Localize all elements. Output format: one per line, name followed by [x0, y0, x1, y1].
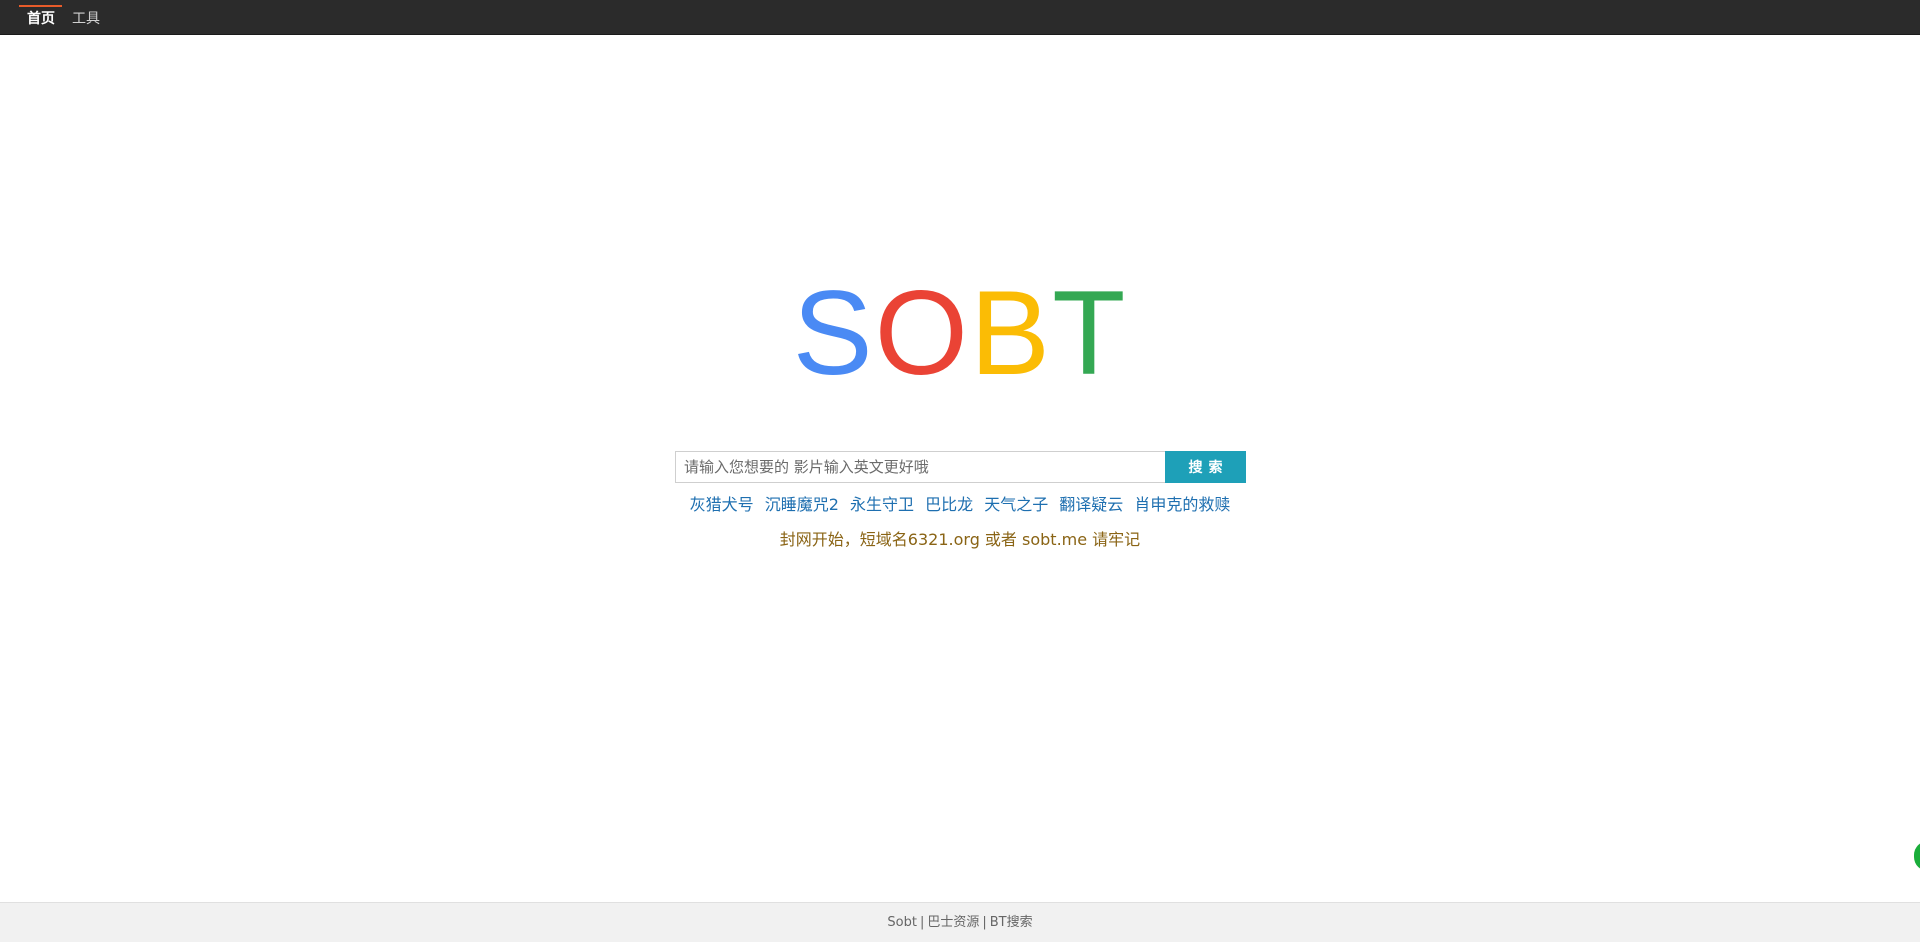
- hot-keyword-link[interactable]: 肖申克的救赎: [1134, 495, 1230, 514]
- top-nav-bar: 首页 工具: [0, 0, 1920, 35]
- search-form: 搜索: [675, 451, 1246, 483]
- footer-link-sobt[interactable]: Sobt: [887, 915, 917, 930]
- footer-link-bus-resources[interactable]: 巴士资源: [927, 915, 979, 930]
- floating-chat-icon[interactable]: [1914, 841, 1920, 871]
- search-input[interactable]: [675, 451, 1165, 483]
- nav-tools[interactable]: 工具: [72, 0, 100, 35]
- logo-letter-t: T: [1052, 266, 1128, 400]
- logo-letter-s: S: [792, 266, 875, 400]
- footer-separator: |: [982, 915, 987, 930]
- hot-keyword-link[interactable]: 巴比龙: [925, 495, 973, 514]
- footer-link-bt-search[interactable]: BT搜索: [990, 915, 1033, 930]
- search-button[interactable]: 搜索: [1165, 451, 1246, 483]
- hot-keyword-link[interactable]: 翻译疑云: [1059, 495, 1123, 514]
- footer: Sobt | 巴士资源 | BT搜索: [0, 902, 1920, 942]
- hot-keyword-link[interactable]: 永生守卫: [850, 495, 914, 514]
- site-logo: SOBT: [0, 268, 1920, 398]
- hot-keyword-link[interactable]: 灰猎犬号: [690, 495, 754, 514]
- nav-home[interactable]: 首页: [19, 0, 62, 35]
- logo-letter-b: B: [970, 266, 1053, 400]
- hot-keywords: 灰猎犬号 沉睡魔咒2 永生守卫 巴比龙 天气之子 翻译疑云 肖申克的救赎: [0, 494, 1920, 516]
- logo-letter-o: O: [874, 266, 971, 400]
- hot-keyword-link[interactable]: 天气之子: [984, 495, 1048, 514]
- domain-notice: 封网开始，短域名6321.org 或者 sobt.me 请牢记: [779, 530, 1141, 549]
- footer-separator: |: [919, 915, 925, 930]
- hot-keyword-link[interactable]: 沉睡魔咒2: [765, 495, 839, 514]
